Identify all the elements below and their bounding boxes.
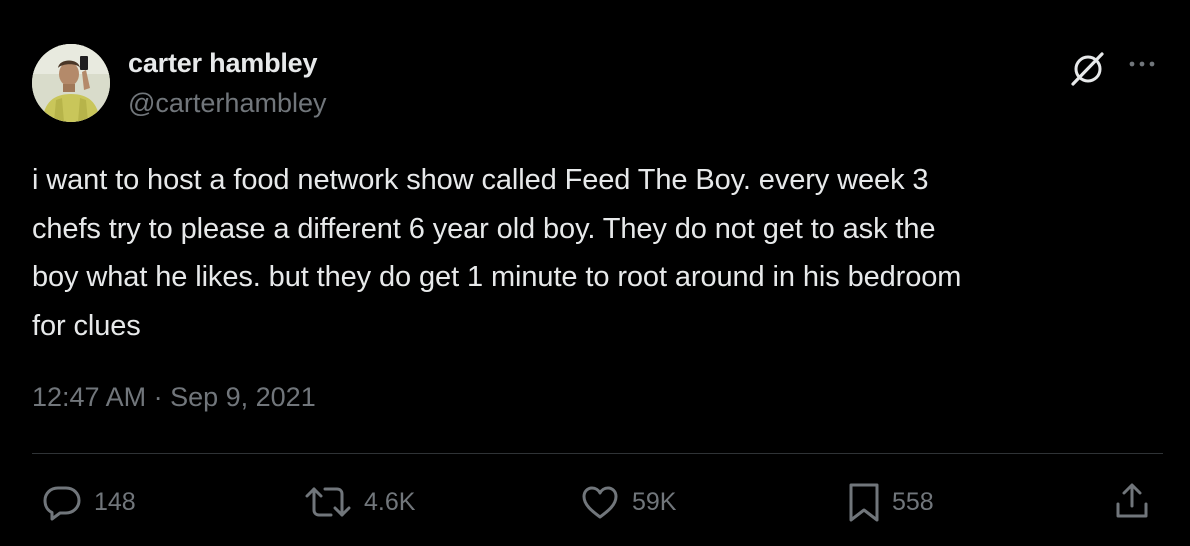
tweet-card: carter hambley @carterhambley i want to … <box>0 0 1190 546</box>
retweet-icon <box>305 487 351 517</box>
author-display-name[interactable]: carter hambley <box>128 48 318 79</box>
author-handle[interactable]: @carterhambley <box>128 88 326 119</box>
bookmark-icon <box>849 483 879 522</box>
profile-photo-icon <box>32 44 110 122</box>
tweet-text-line: chefs try to please a different 6 year o… <box>32 212 936 245</box>
reply-button[interactable]: 148 <box>40 480 136 524</box>
tweet-text-line: for clues <box>32 309 141 342</box>
more-icon[interactable] <box>1124 52 1160 76</box>
reply-icon <box>43 486 81 521</box>
tweet-timestamp: 12:47 AM · Sep 9, 2021 <box>32 382 316 413</box>
share-button[interactable] <box>1112 480 1152 524</box>
grok-icon[interactable] <box>1068 48 1108 88</box>
avatar[interactable] <box>32 44 110 122</box>
tweet-text-line: i want to host a food network show calle… <box>32 164 929 196</box>
like-button[interactable]: 59K <box>578 480 676 524</box>
reply-count: 148 <box>94 487 136 516</box>
tweet-time-link[interactable]: 12:47 AM <box>32 382 146 412</box>
share-icon <box>1116 483 1148 518</box>
bookmark-button[interactable]: 558 <box>846 480 934 524</box>
tweet-date-link[interactable]: Sep 9, 2021 <box>170 382 316 412</box>
heart-icon <box>582 486 618 519</box>
retweet-button[interactable]: 4.6K <box>302 480 415 524</box>
tweet-text: i want to host a food network show calle… <box>32 156 1172 350</box>
timestamp-separator: · <box>146 382 171 412</box>
like-count: 59K <box>632 487 677 516</box>
bookmark-count: 558 <box>892 487 934 516</box>
divider <box>32 453 1163 454</box>
retweet-count: 4.6K <box>364 487 416 516</box>
tweet-text-line: boy what he likes. but they do get 1 min… <box>32 261 962 293</box>
